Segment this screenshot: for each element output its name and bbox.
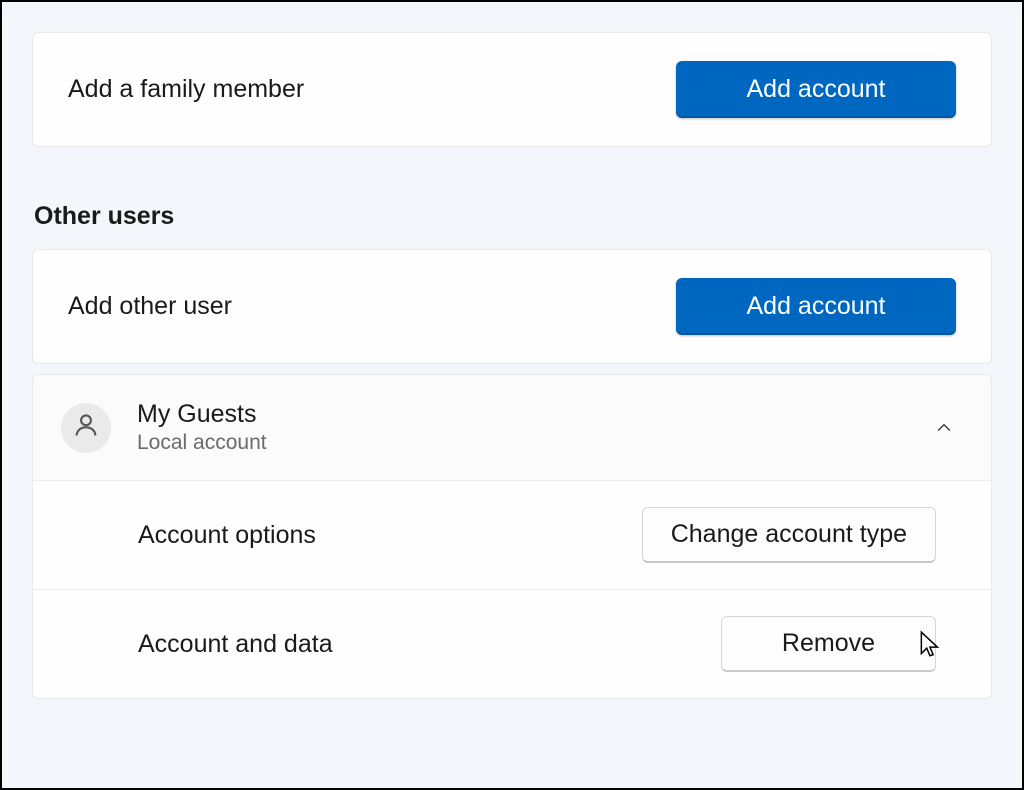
account-options-label: Account options bbox=[138, 521, 316, 550]
add-family-label: Add a family member bbox=[68, 75, 304, 104]
account-data-row: Account and data Remove bbox=[33, 589, 991, 698]
avatar bbox=[61, 403, 111, 453]
account-data-label: Account and data bbox=[138, 630, 333, 659]
add-family-row: Add a family member Add account bbox=[33, 33, 991, 146]
remove-button[interactable]: Remove bbox=[721, 616, 936, 672]
other-users-heading: Other users bbox=[32, 202, 992, 231]
user-account-type: Local account bbox=[137, 429, 932, 456]
user-name: My Guests bbox=[137, 399, 932, 429]
change-account-type-button[interactable]: Change account type bbox=[642, 507, 936, 563]
add-other-user-row: Add other user Add account bbox=[33, 250, 991, 363]
add-family-account-button[interactable]: Add account bbox=[676, 61, 956, 118]
add-other-account-button[interactable]: Add account bbox=[676, 278, 956, 335]
add-other-user-label: Add other user bbox=[68, 292, 232, 321]
user-info: My Guests Local account bbox=[137, 399, 932, 456]
person-icon bbox=[72, 411, 100, 444]
user-header-row[interactable]: My Guests Local account bbox=[33, 375, 991, 480]
account-options-row: Account options Change account type bbox=[33, 480, 991, 589]
chevron-up-icon bbox=[932, 416, 956, 440]
add-other-user-card: Add other user Add account bbox=[32, 249, 992, 364]
user-card: My Guests Local account Account options … bbox=[32, 374, 992, 699]
family-member-card: Add a family member Add account bbox=[32, 32, 992, 147]
